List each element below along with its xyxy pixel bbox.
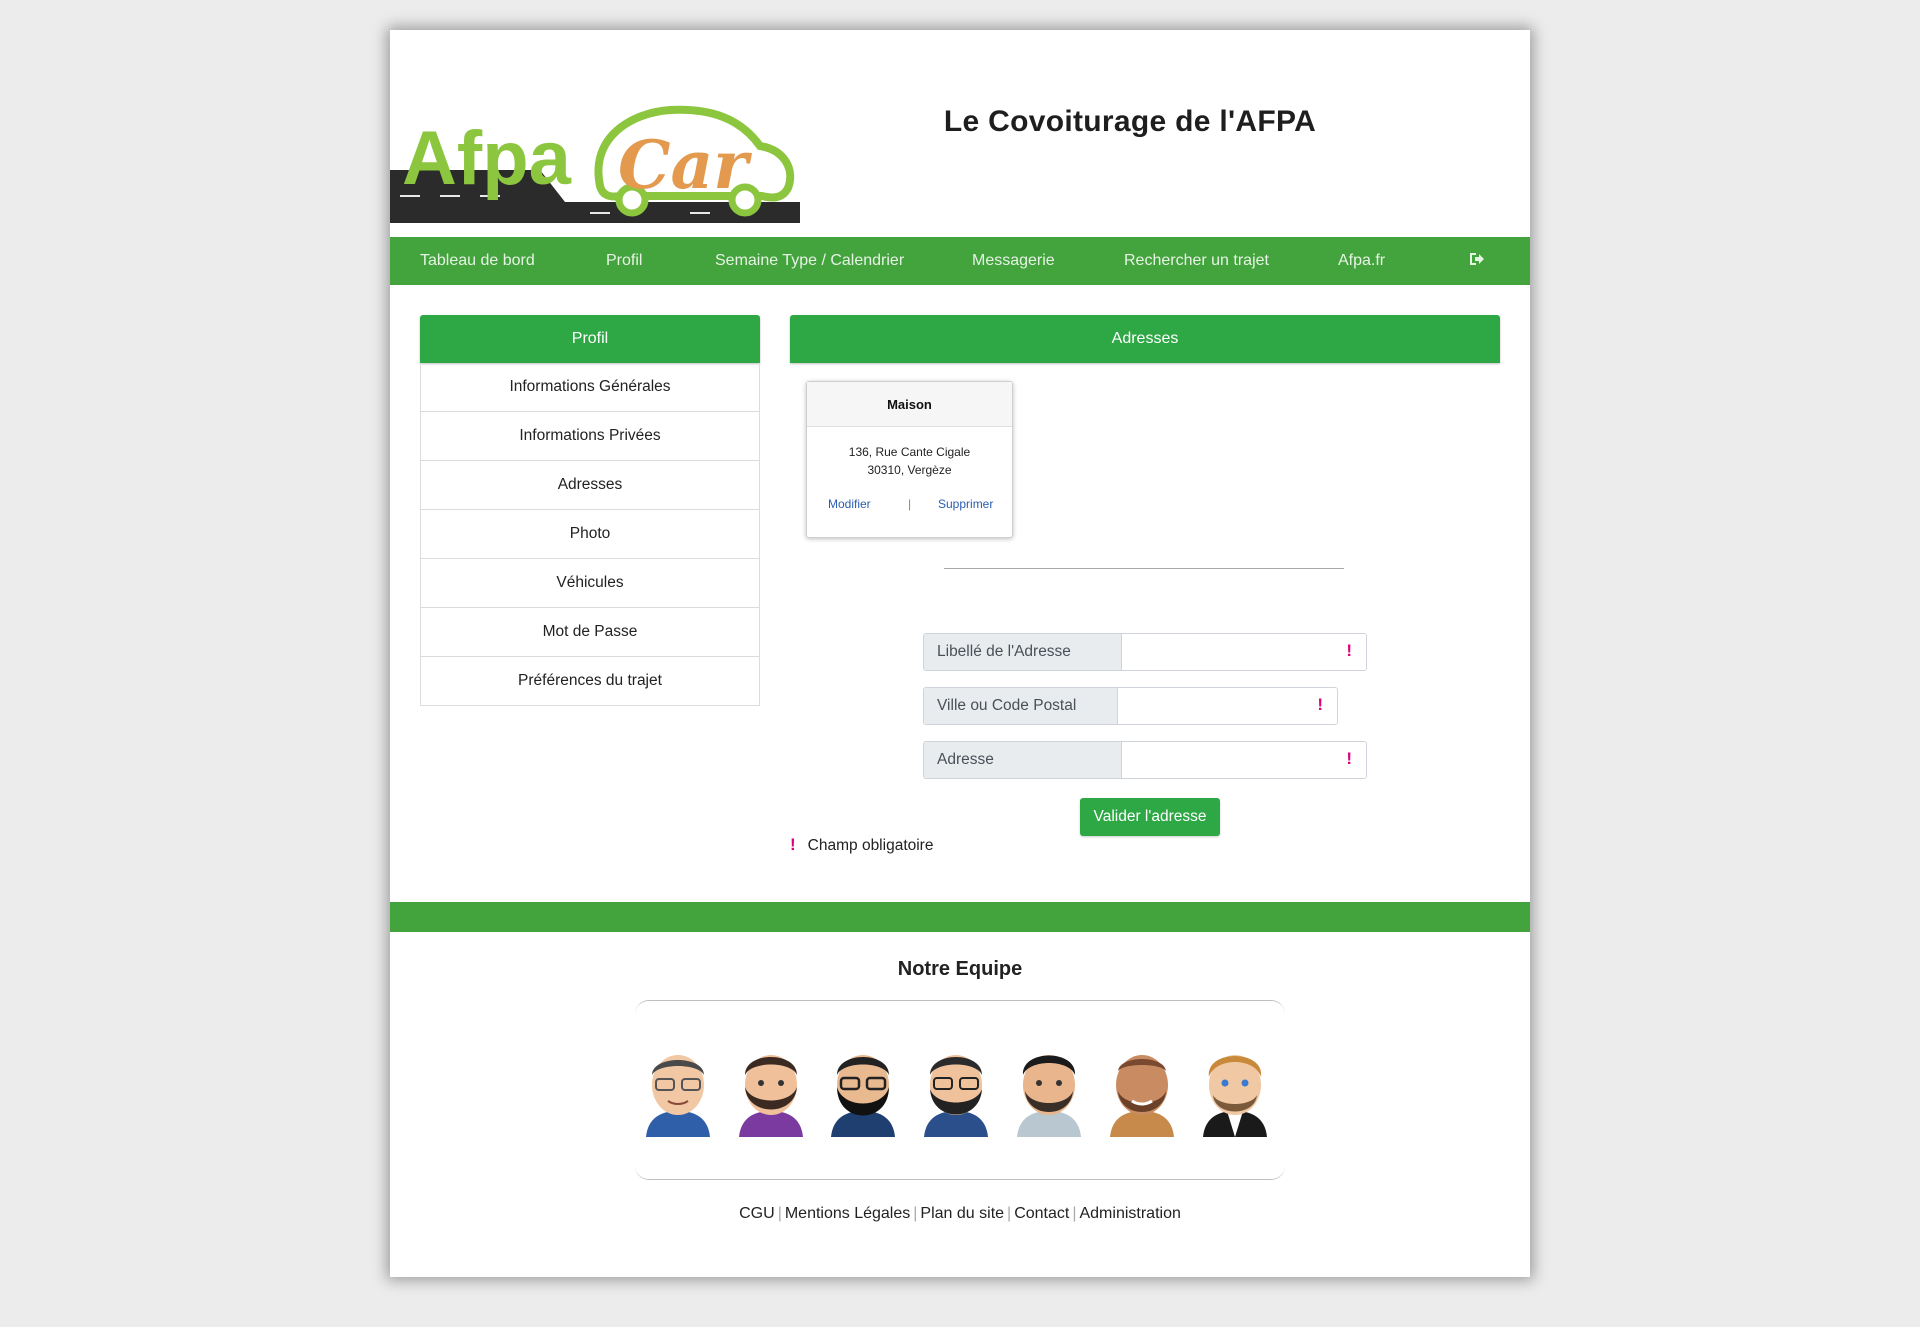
address-line-street: 136, Rue Cante Cigale [848,445,971,459]
city-field: Ville ou Code Postal ! [923,687,1338,725]
main-nav: Tableau de bord Profil Semaine Type / Ca… [390,237,1530,285]
required-icon: ! [790,835,796,854]
logo-text-car: Car [618,126,752,204]
required-legend: ! Champ obligatoire [790,835,933,855]
actions-separator: | [908,497,912,511]
required-icon: ! [1346,641,1352,660]
divider [944,568,1344,569]
team-member-avatar [646,1055,710,1137]
team-title: Notre Equipe [897,958,1023,980]
address-card-title: Maison [807,382,1012,427]
team-member-avatar [831,1055,895,1137]
city-input[interactable] [1118,688,1337,724]
address-line-city: 30310, Vergèze [867,463,952,477]
required-icon: ! [1317,695,1323,714]
logo-text-afpa: Afpa [402,116,572,201]
sidebar-item-informations-generales[interactable]: Informations Générales [421,363,759,411]
city-field-label: Ville ou Code Postal [924,688,1118,724]
footer-links: CGU | Mentions Légales | Plan du site | Contac… [390,1205,1530,1223]
header: Afpa Car Le Covoiturage de l'AFPA [390,30,1530,237]
site-title: Le Covoiturage de l'AFPA [943,105,1317,138]
required-legend-text: Champ obligatoire [807,837,934,854]
street-address-field-label: Adresse [924,742,1122,778]
nav-item-semaine-type[interactable]: Semaine Type / Calendrier [715,252,904,270]
validate-address-button[interactable]: Valider l'adresse [1080,798,1220,836]
team-member-avatar [1110,1055,1174,1137]
address-label-input[interactable] [1122,634,1366,670]
street-address-field: Adresse ! [923,741,1367,779]
sidebar-item-photo[interactable]: Photo [421,509,759,558]
nav-item-profil[interactable]: Profil [606,252,642,270]
footer-link-contact[interactable]: Contact [1011,1205,1072,1222]
sidebar-item-vehicules[interactable]: Véhicules [421,558,759,607]
footer-link-mentions-legales[interactable]: Mentions Légales [782,1205,913,1222]
afpacar-logo[interactable]: Afpa Car [390,78,800,228]
addresses-title: Adresses [790,315,1500,363]
footer-link-plan-du-site[interactable]: Plan du site [917,1205,1007,1222]
sidebar-item-preferences-trajet[interactable]: Préférences du trajet [421,656,759,705]
profile-sidebar: Profil Informations Générales Informatio… [420,315,760,706]
sidebar-title: Profil [420,315,760,363]
nav-item-tableau-de-bord[interactable]: Tableau de bord [420,252,535,270]
page: Afpa Car Le Covoiturage de l'AFPA Tablea… [390,30,1530,1277]
sidebar-menu: Informations Générales Informations Priv… [420,363,760,706]
sign-out-icon[interactable] [1468,250,1486,268]
edit-address-link[interactable]: Modifier [828,497,871,511]
team-member-avatar [1203,1055,1267,1137]
sidebar-item-mot-de-passe[interactable]: Mot de Passe [421,607,759,656]
nav-item-rechercher-trajet[interactable]: Rechercher un trajet [1124,252,1269,270]
addresses-panel: Adresses Maison 136, Rue Cante Cigale 30… [790,315,1500,836]
team-member-avatar [924,1055,988,1137]
footer-link-cgu[interactable]: CGU [736,1205,778,1222]
footer-link-administration[interactable]: Administration [1076,1205,1183,1222]
address-label-field: Libellé de l'Adresse ! [923,633,1367,671]
nav-item-afpa-fr[interactable]: Afpa.fr [1338,252,1385,270]
team-gallery [635,1000,1285,1180]
required-icon: ! [1346,749,1352,768]
street-address-input[interactable] [1122,742,1366,778]
sidebar-item-adresses[interactable]: Adresses [421,460,759,509]
address-card: Maison 136, Rue Cante Cigale 30310, Verg… [806,381,1013,538]
team-member-avatar [739,1055,803,1137]
nav-item-messagerie[interactable]: Messagerie [972,252,1055,270]
team-member-avatar [1017,1055,1081,1137]
delete-address-link[interactable]: Supprimer [938,497,993,511]
address-label-field-label: Libellé de l'Adresse [924,634,1122,670]
footer-band [390,902,1530,932]
sidebar-item-informations-privees[interactable]: Informations Privées [421,411,759,460]
